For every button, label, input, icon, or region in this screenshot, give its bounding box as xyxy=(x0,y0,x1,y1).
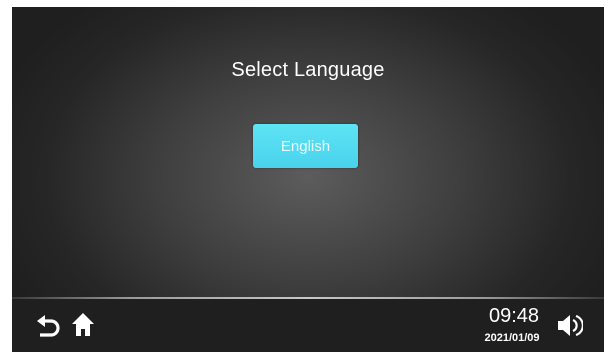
page-title: Select Language xyxy=(231,59,385,81)
device-frame: Select Language English 09:48 2021/01/09 xyxy=(0,0,614,354)
language-screen: Select Language English 09:48 2021/01/09 xyxy=(12,7,604,352)
clock-date: 2021/01/09 xyxy=(484,332,540,344)
language-button-english[interactable]: English xyxy=(253,124,358,168)
home-icon[interactable] xyxy=(69,310,97,338)
clock-time: 09:48 xyxy=(488,305,540,327)
bottom-bar: 09:48 2021/01/09 xyxy=(12,299,604,352)
back-arrow-icon[interactable] xyxy=(34,311,62,337)
speaker-volume-icon[interactable] xyxy=(557,311,583,339)
